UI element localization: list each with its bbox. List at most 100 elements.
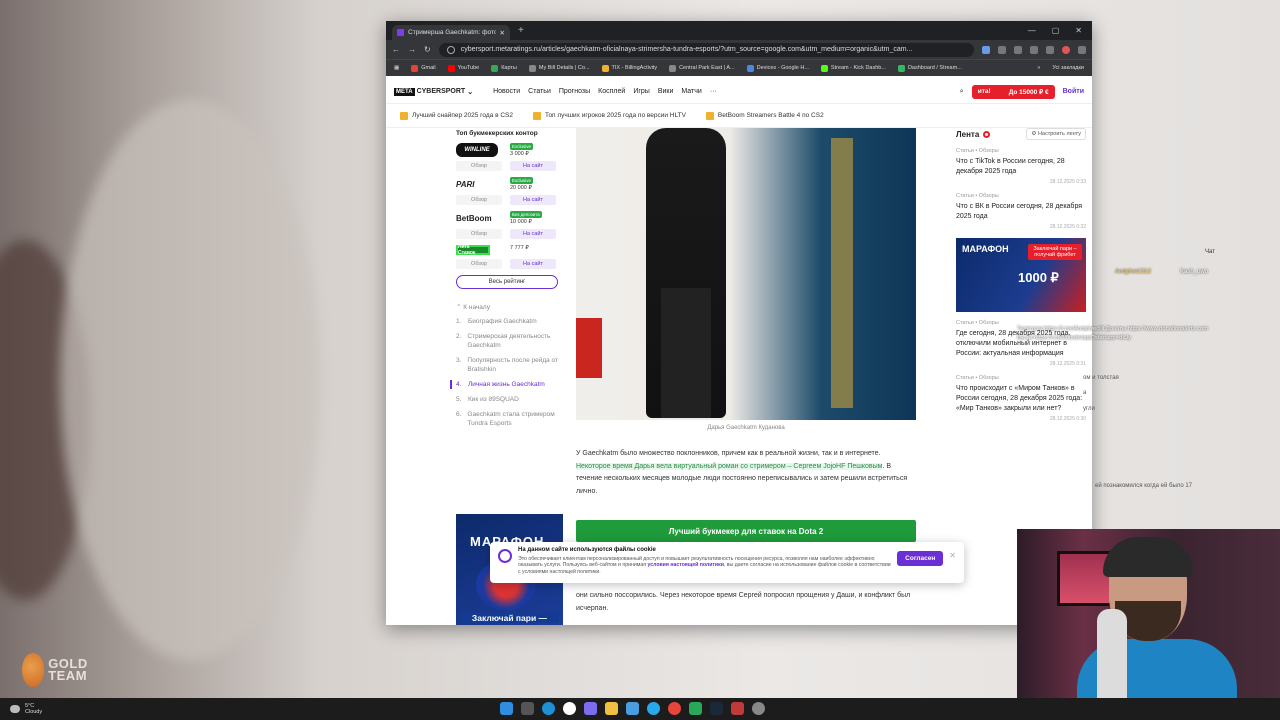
nav-item[interactable]: Вики xyxy=(658,88,674,95)
chrome-icon[interactable] xyxy=(668,702,681,715)
nav-item[interactable]: Косплей xyxy=(598,88,625,95)
table-of-contents: ⌃ К началу 1. Биография Gaechkatm 2. Стрим… xyxy=(450,303,566,428)
telegram-icon[interactable] xyxy=(647,702,660,715)
toc-item[interactable]: 6. Gaechkatm стала стримером Tundra Espor… xyxy=(456,410,566,428)
review-button[interactable]: Обзор xyxy=(456,195,502,205)
feed-item[interactable]: Статьи • Обзоры Что с TikTok в России сег… xyxy=(956,148,1086,185)
bookmark-item[interactable]: Central Park East | A... xyxy=(669,64,735,72)
apps-grid-icon[interactable]: ▦ xyxy=(394,65,399,71)
go-to-site-button[interactable]: На сайт xyxy=(510,195,556,205)
bookmark-star-icon[interactable] xyxy=(998,45,1006,54)
forward-icon[interactable]: → xyxy=(408,45,416,54)
translate-icon[interactable] xyxy=(982,45,990,54)
agree-button[interactable]: Согласен xyxy=(897,551,944,566)
streamer-cap xyxy=(1103,537,1193,577)
toc-item[interactable]: 2. Стримерская деятельность Gaechkatm xyxy=(456,332,566,350)
bookmark-item[interactable]: YouTube xyxy=(447,64,479,72)
bookmark-item[interactable]: TIX - BillingActivity xyxy=(601,64,657,72)
sidebar-icon[interactable] xyxy=(1030,45,1038,54)
url-input[interactable]: cybersport.metaratings.ru/articles/gaech… xyxy=(438,42,974,57)
steam-icon[interactable] xyxy=(710,702,723,715)
nav-item[interactable]: Новости xyxy=(493,88,520,95)
reload-icon[interactable]: ↻ xyxy=(424,45,431,54)
tab-title: Стримерша Gaechkatm: фото, xyxy=(408,29,496,36)
review-button[interactable]: Обзор xyxy=(456,161,502,171)
toc-to-top[interactable]: ⌃ К началу xyxy=(456,303,566,311)
browser-tab[interactable]: Стримерша Gaechkatm: фото, ✕ xyxy=(392,25,510,40)
site-nav: Новости Статьи Прогнозы Косплей Игры Вик… xyxy=(493,88,717,95)
site-logo[interactable]: META CYBERSPORT ⌄ xyxy=(394,87,473,96)
go-to-site-button[interactable]: На сайт xyxy=(510,161,556,171)
edge-icon[interactable] xyxy=(542,702,555,715)
extension-icon[interactable] xyxy=(1014,45,1022,54)
go-to-site-button[interactable]: На сайт xyxy=(510,229,556,239)
nav-item[interactable]: Матчи xyxy=(681,88,701,95)
toc-item[interactable]: 3. Популярность после рейда от Bratishkin xyxy=(456,356,566,374)
app-icon[interactable] xyxy=(584,702,597,715)
task-view-icon[interactable] xyxy=(521,702,534,715)
pari-logo[interactable]: PARI xyxy=(456,177,510,191)
nav-item[interactable]: Игры xyxy=(633,88,650,95)
extension-icon[interactable] xyxy=(1046,45,1054,54)
toc-item[interactable]: 5. Кик из 89SQUAD xyxy=(456,395,566,404)
bookmark-item[interactable]: Gmail xyxy=(411,64,436,72)
obs-icon[interactable] xyxy=(731,702,744,715)
toc-item-active[interactable]: 4. Личная жизнь Gaechkatm xyxy=(450,380,566,389)
chat-message: угли xyxy=(1083,406,1095,412)
betboom-logo[interactable]: BetBoom xyxy=(456,211,510,225)
chat-username: Kash_owo xyxy=(1180,269,1209,275)
policy-link[interactable]: условия настоящей политики xyxy=(647,562,723,568)
bookmark-item[interactable]: Stream - Kick Dashb... xyxy=(820,64,886,72)
bookmark-item[interactable]: Devices - Google H... xyxy=(746,64,809,72)
bookmark-item[interactable]: Dashboard / Stream... xyxy=(897,64,962,72)
profile-avatar[interactable] xyxy=(1062,45,1070,54)
promo-button[interactable]: ита! До 15000 ₽ € xyxy=(971,84,1055,99)
settings-icon[interactable] xyxy=(752,702,765,715)
cookie-banner: На данном сайте используются файлы cooki… xyxy=(490,542,964,583)
highlighted-link[interactable]: Некоторое время Дарья вела виртуальный р… xyxy=(576,462,883,470)
winline-logo[interactable]: WINLINE xyxy=(456,143,498,157)
topic-link[interactable]: BetBoom Streamers Battle 4 по CS2 xyxy=(705,111,824,120)
close-tab-icon[interactable]: ✕ xyxy=(500,29,505,37)
file-explorer-icon[interactable] xyxy=(605,702,618,715)
go-to-site-button[interactable]: На сайт xyxy=(510,259,556,269)
app-icon[interactable] xyxy=(563,702,576,715)
review-button[interactable]: Обзор xyxy=(456,259,502,269)
stream-chat-overlay: Чат Andylive1312 Kash_owo Телеграм https… xyxy=(1015,245,1280,545)
toc-item[interactable]: 1. Биография Gaechkatm xyxy=(456,317,566,326)
new-tab-button[interactable]: + xyxy=(518,25,524,36)
minimize-button[interactable]: — xyxy=(1028,26,1036,35)
chat-username: Andylive1312 xyxy=(1115,269,1152,275)
liga-stavok-logo[interactable]: Лига Ставок xyxy=(456,244,490,256)
nav-more[interactable]: ··· xyxy=(710,88,717,95)
close-cookie-icon[interactable]: ✕ xyxy=(949,551,956,560)
close-window-button[interactable]: ✕ xyxy=(1075,26,1082,35)
feed-item[interactable]: Статьи • Обзоры Что с ВК в России сегодня… xyxy=(956,193,1086,230)
nav-item[interactable]: Статьи xyxy=(528,88,551,95)
maximize-button[interactable]: ▢ xyxy=(1052,26,1060,35)
bookmark-item[interactable]: My Bill Details | Co... xyxy=(528,64,590,72)
all-bookmarks[interactable]: Усі закладки xyxy=(1052,65,1084,71)
weather-widget[interactable]: 5°C Cloudy xyxy=(0,703,42,715)
back-icon[interactable]: ← xyxy=(392,45,400,54)
nav-item[interactable]: Прогнозы xyxy=(559,88,590,95)
best-bookmaker-button[interactable]: Лучший букмекер для ставок на Dota 2 xyxy=(576,520,916,542)
gold-team-emblem xyxy=(22,653,45,687)
review-button[interactable]: Обзор xyxy=(456,229,502,239)
search-icon[interactable]: ⌕ xyxy=(960,88,964,96)
more-bookmarks-icon[interactable]: » xyxy=(1037,65,1040,71)
login-link[interactable]: Войти xyxy=(1063,88,1084,95)
menu-icon[interactable] xyxy=(1078,45,1086,54)
header-actions: ⌕ ита! До 15000 ₽ € Войти xyxy=(960,84,1084,99)
bookmark-item[interactable]: Карты xyxy=(491,64,517,72)
feed-settings-button[interactable]: ⚙ Настроить ленту xyxy=(1026,128,1086,140)
bonus: Без депозита 10 000 ₽ xyxy=(510,211,542,225)
topic-link[interactable]: Топ лучших игроков 2025 года по версии H… xyxy=(532,111,686,120)
app-icon[interactable] xyxy=(689,702,702,715)
site-info-icon[interactable] xyxy=(446,45,455,54)
topic-link[interactable]: Лучший снайпер 2025 года в CS2 xyxy=(400,111,513,120)
all-rating-button[interactable]: Весь рейтинг xyxy=(456,275,558,289)
taskbar: 5°C Cloudy xyxy=(0,698,1280,720)
start-icon[interactable] xyxy=(500,702,513,715)
app-icon[interactable] xyxy=(626,702,639,715)
